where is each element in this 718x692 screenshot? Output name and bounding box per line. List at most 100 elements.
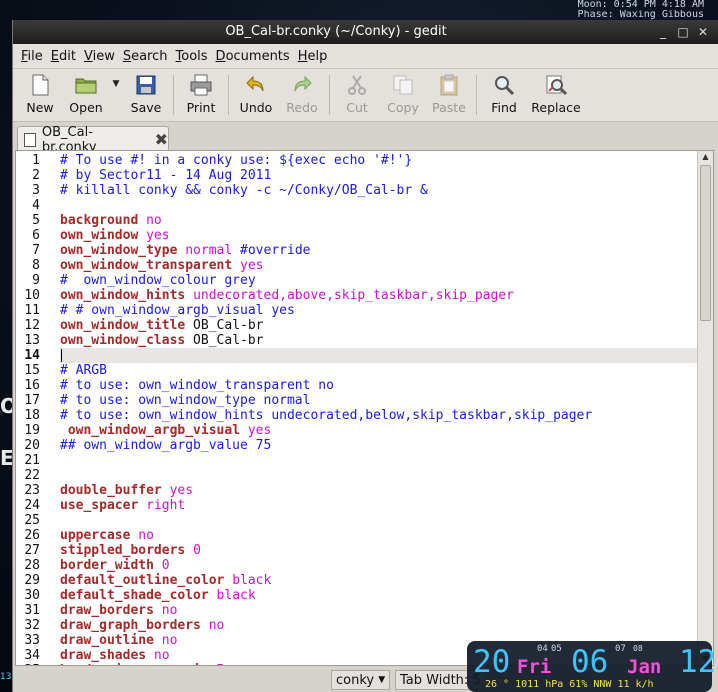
scrollbar-thumb[interactable] (700, 165, 711, 321)
code-line[interactable]: own_window_transparent yes (60, 258, 264, 273)
code-token: black (216, 588, 256, 603)
current-line-highlight (60, 348, 698, 363)
code-line[interactable]: own_window_argb_visual yes (60, 423, 272, 438)
menu-edit[interactable]: Edit (49, 49, 82, 64)
copy-button[interactable]: Copy (380, 69, 426, 115)
line-number: 21 (24, 453, 40, 468)
code-line[interactable]: uppercase no (60, 528, 154, 543)
paste-button[interactable]: Paste (426, 69, 472, 115)
menu-bar: File Edit View Search Tools Documents He… (13, 44, 718, 69)
tab-close-icon[interactable]: ✖ (155, 130, 168, 149)
open-recent-dropdown[interactable]: ▼ (109, 69, 123, 99)
code-line[interactable]: # # own_window_argb_visual yes (60, 303, 295, 318)
clock-small-a: 07 (615, 644, 626, 654)
text-editor[interactable]: 1 2 3 4 5 6 7 8 9 10 11 12 13 14 15 16 17 18 19 20 21 22 23 24 2… (15, 150, 714, 666)
maximize-button[interactable]: □ (675, 24, 691, 40)
line-number: 25 (24, 513, 40, 528)
code-line[interactable]: # own_window_colour grey (60, 273, 256, 288)
new-document-icon (32, 74, 49, 96)
minimize-button[interactable]: _ (655, 24, 671, 40)
code-line[interactable]: own_window_hints undecorated,above,skip_… (60, 288, 514, 303)
code-line[interactable]: # killall conky && conky -c ~/Conky/OB_C… (60, 183, 428, 198)
find-button[interactable]: Find (481, 69, 527, 115)
code-token: draw_outline (60, 633, 154, 648)
open-button[interactable]: Open (63, 69, 109, 115)
code-line[interactable]: # To use #! in a conky use: ${exec echo … (60, 153, 412, 168)
code-token: own_window_transparent (60, 258, 233, 273)
line-number: 27 (24, 543, 40, 558)
code-token: normal (185, 243, 233, 258)
code-line[interactable]: default_outline_color black (60, 573, 271, 588)
code-line[interactable]: # ARGB (60, 363, 107, 378)
line-number: 12 (24, 318, 40, 333)
code-line[interactable]: own_window_class OB_Cal-br (60, 333, 264, 348)
code-line[interactable]: draw_outline no (60, 633, 177, 648)
code-line[interactable]: own_window yes (60, 228, 170, 243)
code-area[interactable]: # To use #! in a conky use: ${exec echo … (60, 151, 698, 665)
line-number: 22 (24, 468, 40, 483)
code-token: 0 (161, 558, 170, 573)
code-line[interactable]: default_shade_color black (60, 588, 256, 603)
code-token: no (161, 633, 178, 648)
code-line[interactable]: # to use: own_window_type normal (60, 393, 310, 408)
clock-day-number: 20 (473, 644, 511, 680)
code-line[interactable]: draw_graph_borders no (60, 618, 224, 633)
code-line[interactable]: border_inner_margin 5 (60, 663, 224, 665)
code-line[interactable]: draw_shades no (60, 648, 170, 663)
language-selector[interactable]: conky ▼ (331, 670, 391, 690)
document-tab[interactable]: OB_Cal-br.conky ✖ (17, 125, 169, 155)
toolbar-separator (476, 75, 477, 115)
code-line[interactable]: border_width 0 (60, 558, 170, 573)
cut-button[interactable]: Cut (334, 69, 380, 115)
menu-search[interactable]: Search (121, 49, 174, 64)
code-token: use_spacer (60, 498, 139, 513)
toolbar-separator (329, 75, 330, 115)
close-window-button[interactable]: ✕ (695, 24, 711, 40)
code-line[interactable]: background no (60, 213, 162, 228)
code-token: no (153, 648, 170, 663)
vertical-scrollbar[interactable]: ▲ ▼ (697, 151, 713, 665)
line-number: 9 (32, 273, 40, 288)
code-line[interactable]: # by Sector11 - 14 Aug 2011 (60, 168, 271, 183)
menu-tools[interactable]: Tools (174, 49, 214, 64)
title-bar[interactable]: OB_Cal-br.conky (~/Conky) - gedit _ □ ✕ (13, 20, 718, 44)
clock-month-number: 06 (571, 644, 609, 680)
menu-help[interactable]: Help (296, 49, 334, 64)
undo-button[interactable]: Undo (233, 69, 279, 115)
new-button[interactable]: New (17, 69, 63, 115)
code-line[interactable]: draw_borders no (60, 603, 177, 618)
code-line[interactable]: # to use: own_window_transparent no (60, 378, 334, 393)
menu-file[interactable]: File (19, 49, 49, 64)
menu-view[interactable]: View (82, 49, 121, 64)
gedit-window: OB_Cal-br.conky (~/Conky) - gedit _ □ ✕ … (12, 20, 718, 692)
code-line[interactable]: own_window_type normal #override (60, 243, 310, 258)
code-line[interactable]: ## own_window_argb_value 75 (60, 438, 271, 453)
code-token: default_outline_color (60, 573, 225, 588)
line-number: 18 (24, 408, 40, 423)
code-token: yes (146, 228, 170, 243)
scroll-up-icon[interactable]: ▲ (698, 151, 713, 163)
code-line[interactable]: double_buffer yes (60, 483, 193, 498)
print-button[interactable]: Print (178, 69, 224, 115)
redo-button[interactable]: Redo (279, 69, 325, 115)
document-file-icon (24, 132, 36, 147)
toolbar-separator (173, 75, 174, 115)
clock-small-b: 08 (633, 644, 643, 653)
menu-documents[interactable]: Documents (214, 49, 296, 64)
line-number: 30 (24, 588, 40, 603)
code-line[interactable]: own_window_title OB_Cal-br (60, 318, 264, 333)
save-button[interactable]: Save (123, 69, 169, 115)
replace-button[interactable]: Replace (527, 69, 585, 115)
chevron-down-icon: ▼ (378, 675, 386, 685)
code-token: OB_Cal-br (185, 318, 264, 333)
code-line[interactable]: use_spacer right (60, 498, 185, 513)
code-line[interactable]: # to use: own_window_hints undecorated,b… (60, 408, 592, 423)
line-number: 32 (24, 618, 40, 633)
toolbar-separator (228, 75, 229, 115)
code-line[interactable]: stippled_borders 0 (60, 543, 201, 558)
